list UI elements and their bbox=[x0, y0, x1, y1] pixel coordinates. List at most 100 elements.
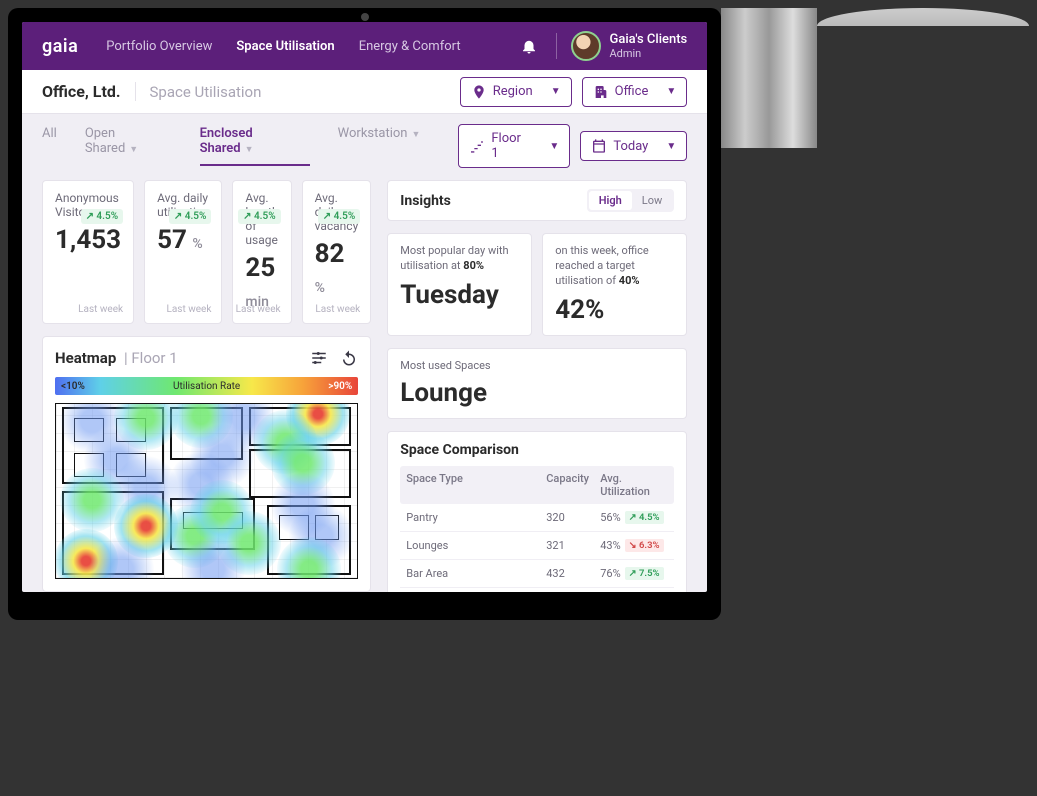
cell-utilization: 76%↗ 7.5% bbox=[600, 567, 668, 580]
delta-chip: ↗ 4.5% bbox=[238, 209, 281, 224]
building-icon bbox=[593, 84, 609, 100]
delta-chip: ↗ 4.5% bbox=[169, 209, 212, 224]
insights-header: Insights High Low bbox=[387, 180, 687, 221]
kpi-cards: Anonymous Visitors1,453↗ 4.5%Last weekAv… bbox=[42, 180, 371, 324]
region-dropdown[interactable]: Region ▼ bbox=[460, 77, 572, 107]
floor-dropdown[interactable]: Floor 1 ▼ bbox=[458, 124, 570, 168]
heatmap-subtitle: | Floor 1 bbox=[120, 349, 177, 367]
legend-label: Utilisation Rate bbox=[173, 381, 240, 392]
heatmap-legend: <10% Utilisation Rate >90% bbox=[55, 377, 358, 395]
tab[interactable]: All bbox=[42, 126, 57, 166]
date-label: Today bbox=[613, 139, 648, 154]
tabs: All Open Shared▼ Enclosed Shared▼ Workstati… bbox=[42, 126, 448, 166]
insight-text: on this week, office reached a target ut… bbox=[555, 244, 674, 289]
kpi-value: 57 % bbox=[157, 225, 209, 255]
heatmap-title: Heatmap bbox=[55, 349, 116, 367]
company-name: Office, Ltd. bbox=[42, 82, 136, 101]
floorplan-heatmap[interactable] bbox=[55, 403, 358, 579]
nav-items: Portfolio Overview Space Utilisation Energ… bbox=[106, 39, 484, 54]
insight-text: Most popular day with utilisation at 80% bbox=[400, 244, 519, 274]
bell-icon[interactable] bbox=[520, 37, 538, 55]
divider bbox=[556, 33, 557, 59]
insight-value: Lounge bbox=[400, 378, 674, 408]
chevron-down-icon: ▼ bbox=[551, 86, 561, 97]
kpi-sublabel: Last week bbox=[166, 304, 211, 315]
chevron-down-icon: ▼ bbox=[245, 145, 254, 155]
kpi-sublabel: Last week bbox=[236, 304, 281, 315]
date-dropdown[interactable]: Today ▼ bbox=[580, 131, 687, 161]
insights-toggle-low[interactable]: Low bbox=[632, 191, 672, 210]
comparison-title: Space Comparison bbox=[400, 442, 674, 458]
insights-toggle-high[interactable]: High bbox=[589, 191, 632, 210]
region-label: Region bbox=[493, 84, 533, 99]
pin-icon bbox=[471, 84, 487, 100]
nav-item[interactable]: Portfolio Overview bbox=[106, 39, 212, 54]
heatmap-card: Heatmap | Floor 1 <10% Utilisation Rate … bbox=[42, 336, 371, 592]
chevron-down-icon: ▼ bbox=[666, 141, 676, 152]
table-row: Breakout Area43552%↘ 8.3% bbox=[400, 588, 674, 592]
office-dropdown[interactable]: Office ▼ bbox=[582, 77, 688, 107]
cell-capacity: 432 bbox=[546, 567, 600, 580]
cell-space-type: Pantry bbox=[406, 511, 546, 524]
legend-high: >90% bbox=[328, 381, 352, 392]
refresh-icon[interactable] bbox=[340, 349, 358, 367]
col-capacity: Capacity bbox=[546, 472, 600, 498]
cell-capacity: 321 bbox=[546, 539, 600, 552]
tab[interactable]: Open Shared▼ bbox=[85, 126, 172, 166]
table-row: Lounges32143%↘ 6.3% bbox=[400, 532, 674, 560]
table-row: Bar Area43276%↗ 7.5% bbox=[400, 560, 674, 588]
cell-space-type: Bar Area bbox=[406, 567, 546, 580]
chevron-down-icon: ▼ bbox=[549, 141, 559, 152]
floor-label: Floor 1 bbox=[491, 131, 531, 161]
legend-low: <10% bbox=[61, 381, 85, 392]
table-header: Space Type Capacity Avg. Utilization bbox=[400, 466, 674, 504]
tab[interactable]: Enclosed Shared▼ bbox=[200, 126, 310, 166]
delta-chip: ↘ 6.3% bbox=[625, 539, 664, 552]
kpi-card: Avg. daily utilisation57 %↗ 4.5%Last wee… bbox=[144, 180, 222, 324]
space-comparison: Space Comparison Space Type Capacity Avg… bbox=[387, 431, 687, 592]
cell-space-type: Lounges bbox=[406, 539, 546, 552]
top-nav: gaia Portfolio OverviewSpace Utilisation… bbox=[22, 22, 707, 70]
tabs-row: All Open Shared▼ Enclosed Shared▼ Workstati… bbox=[22, 114, 707, 174]
insight-label: Most used Spaces bbox=[400, 359, 674, 372]
table-row: Pantry32056%↗ 4.5% bbox=[400, 504, 674, 532]
delta-chip: ↗ 4.5% bbox=[625, 511, 664, 524]
nav-item[interactable]: Energy & Comfort bbox=[359, 39, 461, 54]
insight-target: on this week, office reached a target ut… bbox=[542, 233, 687, 336]
settings-icon[interactable] bbox=[310, 349, 328, 367]
insights-title: Insights bbox=[400, 193, 586, 209]
user-block[interactable]: Gaia's Clients Admin bbox=[609, 32, 687, 60]
cell-capacity: 320 bbox=[546, 511, 600, 524]
insights-toggle: High Low bbox=[587, 189, 675, 212]
calendar-icon bbox=[591, 138, 607, 154]
office-label: Office bbox=[615, 84, 649, 99]
cell-utilization: 43%↘ 6.3% bbox=[600, 539, 668, 552]
user-name: Gaia's Clients bbox=[609, 32, 687, 47]
kpi-sublabel: Last week bbox=[78, 304, 123, 315]
breadcrumb: Space Utilisation bbox=[150, 83, 262, 101]
delta-chip: ↗ 4.5% bbox=[81, 209, 124, 224]
stairs-icon bbox=[469, 138, 485, 154]
chevron-down-icon: ▼ bbox=[666, 86, 676, 97]
kpi-sublabel: Last week bbox=[315, 304, 360, 315]
user-role: Admin bbox=[609, 47, 687, 60]
insight-popular-day: Most popular day with utilisation at 80%… bbox=[387, 233, 532, 336]
delta-chip: ↗ 4.5% bbox=[318, 209, 361, 224]
subheader: Office, Ltd. Space Utilisation Region ▼ … bbox=[22, 70, 707, 114]
insight-value: 42% bbox=[555, 295, 674, 325]
kpi-card: Anonymous Visitors1,453↗ 4.5%Last week bbox=[42, 180, 134, 324]
kpi-card: Avg. length of usage25 min↗ 4.5%Last wee… bbox=[232, 180, 291, 324]
insight-most-used: Most used Spaces Lounge bbox=[387, 348, 687, 419]
kpi-card: Avg. daily vacancy82 %↗ 4.5%Last week bbox=[302, 180, 372, 324]
kpi-value: 82 % bbox=[315, 239, 359, 299]
nav-item[interactable]: Space Utilisation bbox=[236, 39, 334, 54]
delta-chip: ↗ 7.5% bbox=[625, 567, 664, 580]
cell-utilization: 56%↗ 4.5% bbox=[600, 511, 668, 524]
chevron-down-icon: ▼ bbox=[411, 130, 420, 140]
kpi-value: 1,453 bbox=[55, 225, 121, 255]
insight-value: Tuesday bbox=[400, 280, 519, 310]
avatar[interactable] bbox=[571, 31, 601, 61]
tab[interactable]: Workstation▼ bbox=[338, 126, 421, 166]
col-utilization: Avg. Utilization bbox=[600, 472, 668, 498]
col-space-type: Space Type bbox=[406, 472, 546, 498]
